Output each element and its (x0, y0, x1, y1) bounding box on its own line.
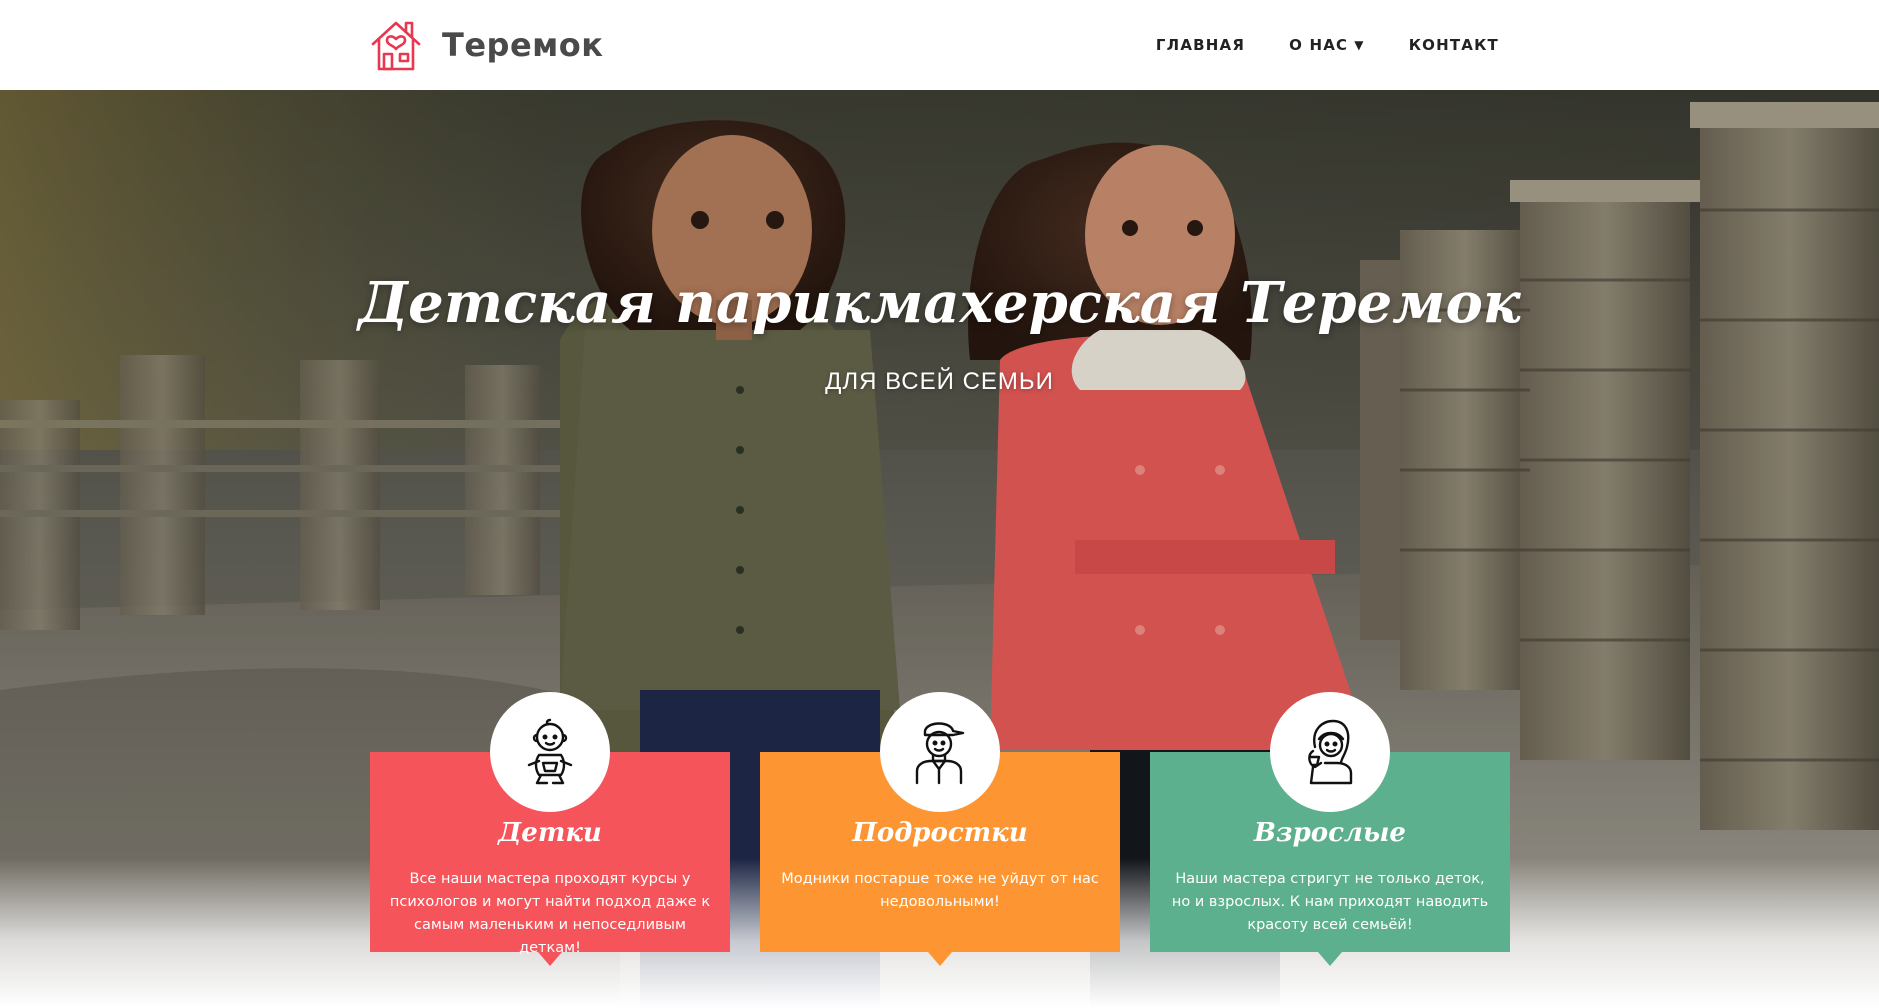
main-nav: ГЛАВНАЯ О НАС ▼ КОНТАКТ (1112, 0, 1499, 90)
woman-icon (1308, 719, 1353, 785)
feature-text: Наши мастера стригут не только деток, но… (1171, 871, 1489, 933)
feature-card-teens[interactable]: Подростки Модники постарше тоже не уйдут… (760, 692, 1120, 966)
nav-item-label: КОНТАКТ (1408, 36, 1499, 54)
nav-item-contact[interactable]: КОНТАКТ (1409, 36, 1499, 54)
feature-text: Все наши мастера проходят курсы у психол… (389, 871, 711, 956)
feature-card-adults[interactable]: Взрослые Наши мастера стригут не только … (1150, 692, 1510, 966)
feature-title: Взрослые (1254, 818, 1406, 848)
card-pointer (928, 952, 952, 966)
caret-down-icon: ▼ (1354, 38, 1365, 52)
house-heart-icon (371, 21, 421, 71)
site-header: Теремок ГЛАВНАЯ О НАС ▼ КОНТАКТ (0, 0, 1879, 90)
teenager-cap-icon (915, 722, 965, 785)
hero-title: Детская парикмахерская Теремок (358, 270, 1521, 336)
feature-icon-circle (1270, 692, 1390, 812)
feature-text: Модники постарше тоже не уйдут от нас не… (781, 871, 1099, 910)
nav-item-home[interactable]: ГЛАВНАЯ (1156, 36, 1245, 54)
feature-title: Детки (498, 818, 602, 848)
nav-item-about[interactable]: О НАС ▼ (1289, 36, 1365, 54)
feature-icon-circle (490, 692, 610, 812)
hero-subtitle: ДЛЯ ВСЕЙ СЕМЬИ (825, 368, 1054, 395)
brand-link[interactable]: Теремок (370, 18, 604, 72)
nav-item-label: О НАС (1289, 36, 1349, 54)
card-pointer (538, 952, 562, 966)
baby-icon (527, 718, 573, 785)
feature-title: Подростки (852, 818, 1028, 848)
feature-icon-circle (880, 692, 1000, 812)
nav-item-label: ГЛАВНАЯ (1155, 36, 1246, 54)
feature-card-kids[interactable]: Детки Все наши мастера проходят курсы у … (370, 692, 730, 966)
brand-name: Теремок (442, 26, 604, 64)
card-pointer (1318, 952, 1342, 966)
